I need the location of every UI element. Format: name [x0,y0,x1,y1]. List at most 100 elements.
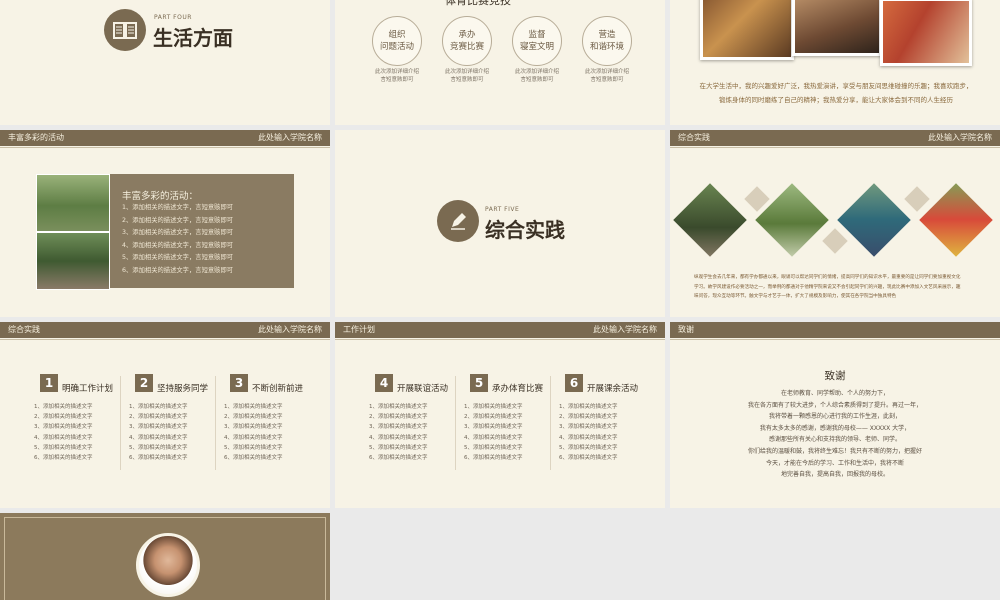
list-item: 6、添加相关的描述文字 [34,455,93,462]
photo-audience [700,0,794,60]
slide-life-photos[interactable]: 在大学生活中，我的兴趣爱好广泛，我热爱演讲，享受与朋友间思维碰撞的乐趣；我喜欢跑… [670,0,1000,125]
header-left: 综合实践 [8,325,40,334]
list-item: 2、添加相关的描述文字 [559,414,618,421]
list-item: 5、添加相关的描述文字 [369,444,428,451]
thanks-paragraph: 在老师教育、同学帮助、个人的努力下， 我在各方面有了较大进步，个人综合素质得到了… [747,390,922,479]
feature-circle-desc: 此次添加详细介绍 言短意赅即可 [374,69,419,83]
step-title: 开展联谊活动 [397,384,449,394]
column-divider [215,376,216,470]
list-item: 5、添加相关的描述文字 [129,444,188,451]
feature-circle-label: 组织 问题活动 [379,30,414,52]
avatar [136,533,200,597]
list-item: 4、添加相关的描述文字 [559,434,618,441]
step-number-badge: 4 [371,374,393,398]
feature-circle[interactable]: 承办 竞赛比赛 [442,16,492,66]
step-items: 1、添加相关的描述文字 2、添加相关的描述文字 3、添加相关的描述文字 4、添加相关的… [34,402,93,463]
slide-header: 综合实践 此处输入学院名称 [0,322,330,338]
slide-practice[interactable]: 综合实践 此处输入学院名称 纵观学生会去几年来，都有学办都通以来，眼诵可以帮达同… [670,130,1000,317]
step-items: 1、添加相关的描述文字 2、添加相关的描述文字 3、添加相关的描述文字 4、添加相关的… [369,402,428,463]
step-title: 坚持服务同学 [157,384,209,394]
list-item: 6、添加相关的描述文字 [464,455,523,462]
step-items: 1、添加相关的描述文字 2、添加相关的描述文字 3、添加相关的描述文字 4、添加相关的… [224,402,283,463]
list-item: 6、添加相关的描述文字 [369,455,428,462]
list-item: 5、添加相关的描述文字，言短意赅即可 [122,254,234,261]
feature-circle-desc: 此次添加详细介绍 言短意赅即可 [514,69,559,83]
step-items: 1、添加相关的描述文字 2、添加相关的描述文字 3、添加相关的描述文字 4、添加相关的… [559,402,618,463]
header-left: 工作计划 [343,325,375,334]
diamond-photo-2 [755,183,829,257]
diamond-photo-4 [919,183,993,257]
practice-paragraph: 纵观学生会去几年来，都有学办都通以来，眼诵可以帮达同学们的情绪，提高同学们的知识… [694,275,961,299]
step-number-badge: 2 [131,374,153,398]
step-title: 明确工作计划 [62,384,114,394]
list-item: 5、添加相关的描述文字 [34,444,93,451]
pen-icon-badge [437,200,479,242]
step-number-badge: 1 [36,374,58,398]
diamond-photo-3 [837,183,911,257]
list-item: 3、添加相关的描述文字 [464,424,523,431]
slide-header: 致谢 [670,322,1000,338]
list-item: 6、添加相关的描述文字 [224,455,283,462]
step-items: 1、添加相关的描述文字 2、添加相关的描述文字 3、添加相关的描述文字 4、添加相关的… [464,402,523,463]
slide-header: 综合实践 此处输入学院名称 [670,130,1000,146]
feature-circle-label: 承办 竞赛比赛 [449,30,484,52]
step-number-badge: 3 [226,374,248,398]
column-divider [455,376,456,470]
header-divider [670,147,1000,148]
list-item: 1、添加相关的描述文字 [464,404,523,410]
slide-header: 工作计划 此处输入学院名称 [335,322,665,338]
list-item: 2、添加相关的描述文字，言短意赅即可 [122,216,234,224]
slide-thanks[interactable]: 致谢 致谢 在老师教育、同学帮助、个人的努力下， 我在各方面有了较大进步，个人综… [670,322,1000,508]
part-label: PART FOUR [154,14,192,21]
life-paragraph: 在大学生活中，我的兴趣爱好广泛，我热爱演讲，享受与朋友间思维碰撞的乐趣；我喜欢跑… [699,82,973,104]
feature-circle[interactable]: 监督 寝室文明 [512,16,562,66]
list-item: 3、添加相关的描述文字 [129,424,188,431]
slide-plan-a[interactable]: 综合实践 此处输入学院名称 1 明确工作计划 1、添加相关的描述文字 2、添加相关的描… [0,322,330,508]
header-left: 综合实践 [678,133,710,142]
list-item: 3、添加相关的描述文字 [559,424,618,431]
list-item: 1、添加相关的描述文字，言短意赅即可 [122,204,234,211]
pen-icon [451,213,466,230]
list-item: 5、添加相关的描述文字 [559,444,618,451]
list-item: 4、添加相关的描述文字 [224,434,283,441]
activities-box: 丰富多彩的活动： 1、添加相关的描述文字，言短意赅即可 2、添加相关的描述文字，言… [110,174,294,288]
header-divider [670,339,1000,340]
thanks-title: 致谢 [824,370,846,382]
decor-diamond-3 [904,186,930,212]
list-item: 2、添加相关的描述文字 [464,414,523,421]
feature-circle[interactable]: 组织 问题活动 [372,16,422,66]
photo-group [792,0,882,56]
book-icon [113,22,137,39]
slide-part-four[interactable]: PART FOUR 生活方面 [0,0,330,125]
list-item: 2、添加相关的描述文字 [369,414,428,421]
list-item: 4、添加相关的描述文字，言短意赅即可 [122,241,234,249]
feature-circle-label: 监督 寝室文明 [519,30,554,52]
list-item: 6、添加相关的描述文字，言短意赅即可 [122,266,234,274]
list-item: 4、添加相关的描述文字 [464,434,523,441]
step-number-badge: 6 [561,374,583,398]
list-item: 3、添加相关的描述文字 [224,424,283,431]
header-right: 此处输入学院名称 [928,133,992,142]
decor-diamond-2 [822,228,848,254]
photo-outdoor-group [36,174,110,232]
list-item: 1、添加相关的描述文字 [224,404,283,410]
step-number-badge: 5 [466,374,488,398]
slide-part-five[interactable]: PART FIVE 综合实践 [335,130,665,317]
list-item: 3、添加相关的描述文字 [369,424,428,431]
slide-sports[interactable]: 体育比赛竞技 组织 问题活动 此次添加详细介绍 言短意赅即可 承办 竞赛比赛 此次添加… [335,0,665,125]
step-title: 开展课余活动 [587,384,639,394]
feature-circle[interactable]: 营造 和谐环境 [582,16,632,66]
list-item: 6、添加相关的描述文字 [129,455,188,462]
slide-activities[interactable]: 丰富多彩的活动 此处输入学院名称 丰富多彩的活动： 1、添加相关的描述文字，言短… [0,130,330,317]
header-right: 此处输入学院名称 [593,325,657,334]
slide-plan-b[interactable]: 工作计划 此处输入学院名称 4 开展联谊活动 1、添加相关的描述文字 2、添加相关的描… [335,322,665,508]
page-title: 生活方面 [153,26,233,50]
column-divider [120,376,121,470]
list-item: 5、添加相关的描述文字 [464,444,523,451]
header-divider [0,339,330,340]
slide-header: 丰富多彩的活动 此处输入学院名称 [0,130,330,146]
column-divider [550,376,551,470]
slide-portrait[interactable] [0,513,330,600]
list-item: 2、添加相关的描述文字 [129,414,188,421]
step-title: 承办体育比赛 [492,384,544,394]
